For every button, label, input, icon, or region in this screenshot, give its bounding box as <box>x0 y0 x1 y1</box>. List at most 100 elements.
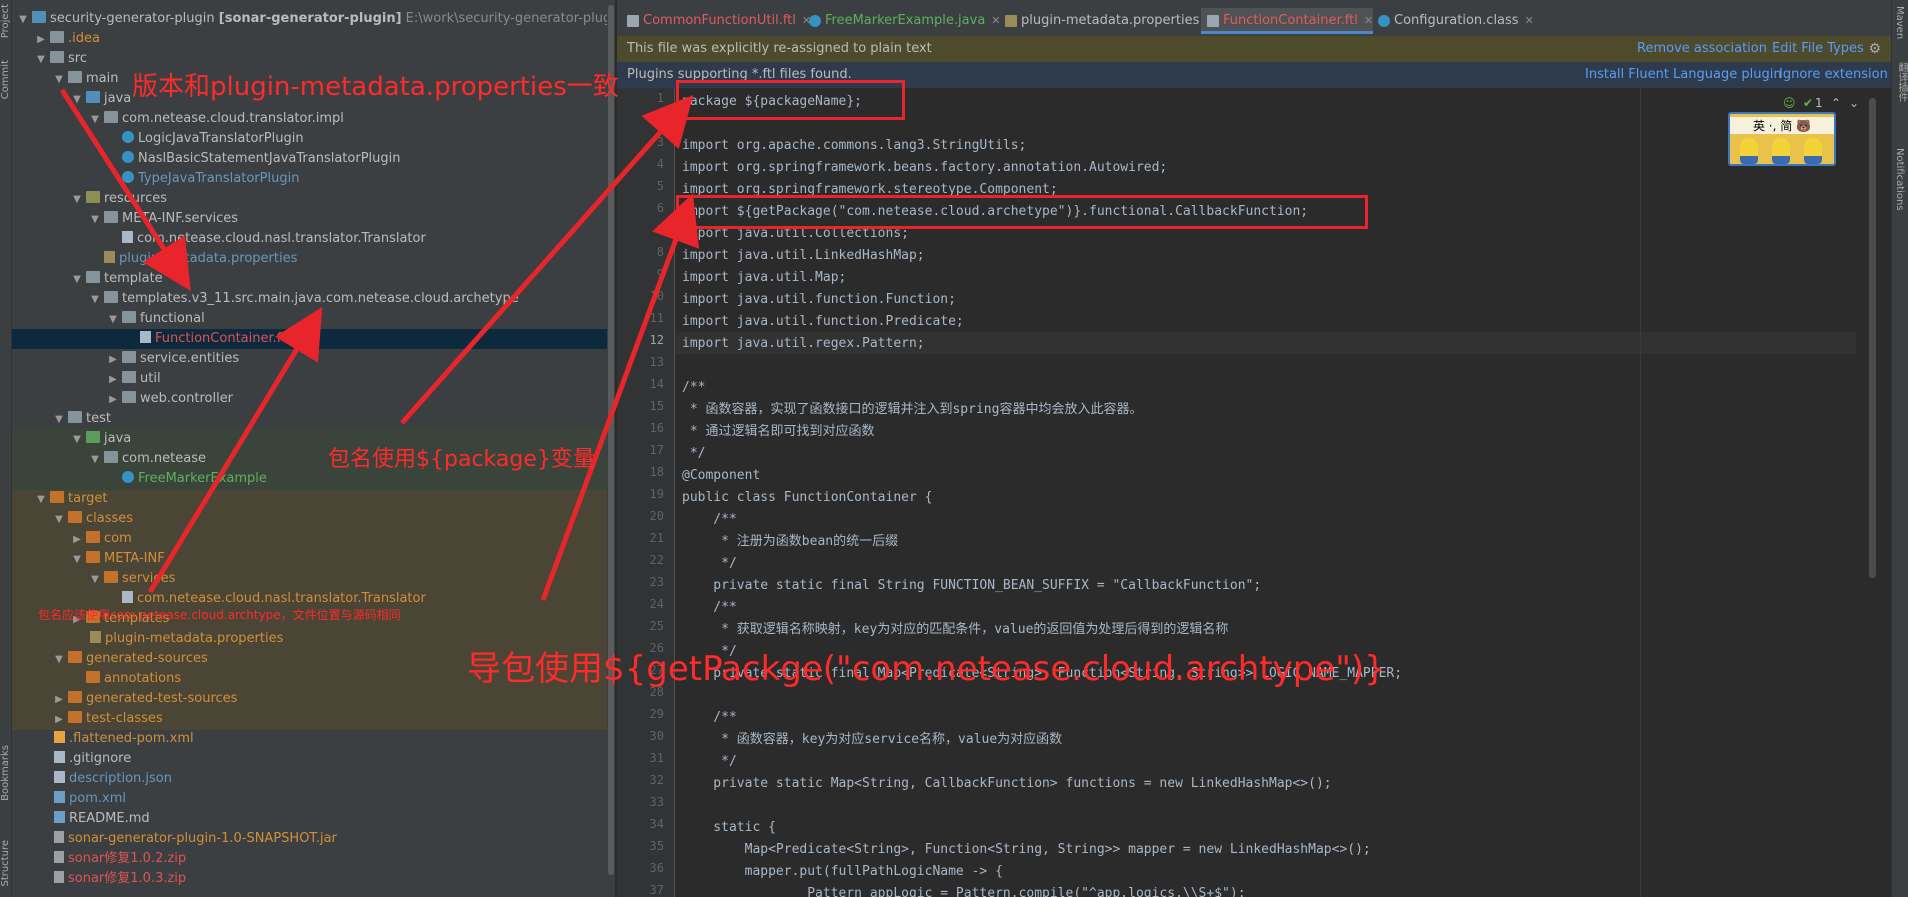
chevron-down-icon[interactable]: ▼ <box>88 290 102 310</box>
edit-file-types-link[interactable]: Edit File Types <box>1772 36 1864 62</box>
line-number[interactable]: 10 <box>624 289 664 303</box>
chevron-down-icon[interactable]: ▼ <box>70 90 84 110</box>
code-line[interactable]: * 注册为函数bean的统一后缀 <box>682 531 898 553</box>
chevron-down-icon[interactable]: ▼ <box>70 270 84 290</box>
tab-function-container[interactable]: FunctionContainer.ftl ✕ <box>1201 8 1374 34</box>
tab-common-function-util[interactable]: CommonFunctionUtil.ftl ✕ <box>621 8 811 34</box>
line-number[interactable]: 2 <box>624 113 664 127</box>
line-number[interactable]: 16 <box>624 421 664 435</box>
line-number[interactable]: 21 <box>624 531 664 545</box>
translate-tool-tab[interactable]: 翻译插件 <box>1894 62 1908 102</box>
code-line[interactable]: /** <box>682 597 737 619</box>
chevron-down-icon[interactable]: ▼ <box>52 410 66 430</box>
tree-row-target[interactable]: ▼ target <box>12 489 615 509</box>
code-line[interactable]: * 函数容器，key为对应service名称，value为对应函数 <box>682 729 1062 751</box>
line-number[interactable]: 6 <box>624 201 664 215</box>
install-plugin-link[interactable]: Install Fluent Language plugin <box>1585 62 1782 88</box>
tree-row-jar[interactable]: sonar-generator-plugin-1.0-SNAPSHOT.jar <box>12 829 615 849</box>
chevron-down-icon[interactable]: ▼ <box>88 210 102 230</box>
tree-row-services[interactable]: ▼ services <box>12 569 615 589</box>
structure-tool-tab[interactable]: Structure <box>0 840 12 887</box>
tree-row-service-entities[interactable]: ▶ service.entities <box>12 349 615 369</box>
tab-configuration-class[interactable]: Configuration.class ✕ <box>1372 8 1534 34</box>
line-number[interactable]: 12 <box>624 333 664 347</box>
code-line[interactable]: public class FunctionContainer { <box>682 487 932 509</box>
close-icon[interactable]: ✕ <box>1525 14 1534 27</box>
tree-row-resources[interactable]: ▼ resources <box>12 189 615 209</box>
code-line[interactable]: @Component <box>682 465 760 487</box>
line-number[interactable]: 24 <box>624 597 664 611</box>
tree-row-class1[interactable]: LogicJavaTranslatorPlugin <box>12 129 615 149</box>
line-number[interactable]: 30 <box>624 729 664 743</box>
line-number[interactable]: 36 <box>624 861 664 875</box>
editor-scrollbar[interactable] <box>1867 88 1877 897</box>
chevron-down-icon[interactable]: ▼ <box>88 570 102 590</box>
chevron-down-icon[interactable]: ▼ <box>106 310 120 330</box>
line-number[interactable]: 32 <box>624 773 664 787</box>
line-number[interactable]: 9 <box>624 267 664 281</box>
code-line[interactable]: /** <box>682 377 705 399</box>
tab-freemarker-example[interactable]: FreeMarkerExample.java ✕ <box>803 8 1001 34</box>
line-number[interactable]: 23 <box>624 575 664 589</box>
project-tool-tab[interactable]: Project <box>0 4 12 38</box>
line-number[interactable]: 14 <box>624 377 664 391</box>
tree-row-test-classes[interactable]: ▶ test-classes <box>12 709 615 729</box>
chevron-down-icon[interactable]: ▼ <box>34 490 48 510</box>
chevron-right-icon[interactable]: ▶ <box>52 690 66 710</box>
remove-association-link[interactable]: Remove association <box>1637 36 1767 62</box>
smile-icon[interactable]: ☺ <box>1783 96 1796 110</box>
line-number[interactable]: 25 <box>624 619 664 633</box>
tree-row-meta-inf[interactable]: ▼ META-INF <box>12 549 615 569</box>
project-scrollbar[interactable] <box>607 0 615 897</box>
code-line[interactable]: import java.util.function.Predicate; <box>682 311 964 333</box>
code-line[interactable]: private static final String FUNCTION_BEA… <box>682 575 1261 597</box>
line-number[interactable]: 4 <box>624 157 664 171</box>
chevron-down-icon[interactable]: ⌄ <box>1849 96 1859 110</box>
code-line[interactable]: /** <box>682 509 737 531</box>
line-number[interactable]: 31 <box>624 751 664 765</box>
tree-row-template[interactable]: ▼ template <box>12 269 615 289</box>
line-number-gutter[interactable]: 1 2 3 4 5 6 7 8 9 10 11 12 13 14 15 16 17 18 19 20 21 22 23 24 2… <box>617 88 675 897</box>
code-line[interactable]: */ <box>682 751 737 773</box>
chevron-right-icon[interactable]: ▶ <box>106 370 120 390</box>
code-line[interactable]: import java.util.function.Function; <box>682 289 956 311</box>
commit-tool-tab[interactable]: Commit <box>0 60 12 99</box>
code-line[interactable]: */ <box>682 443 706 465</box>
line-number[interactable]: 13 <box>624 355 664 369</box>
tree-row-zip2[interactable]: sonar修复1.0.3.zip <box>12 869 615 889</box>
code-line[interactable]: * 函数容器，实现了函数接口的逻辑并注入到spring容器中均会放入此容器。 <box>682 399 1143 421</box>
gear-icon[interactable]: ⚙ <box>1868 36 1881 62</box>
tree-row-readme[interactable]: README.md <box>12 809 615 829</box>
chevron-down-icon[interactable]: ▼ <box>52 510 66 530</box>
tree-row-templates-package[interactable]: ▼ templates.v3_11.src.main.java.com.netea… <box>12 289 615 309</box>
tree-row-classes[interactable]: ▼ classes <box>12 509 615 529</box>
chevron-down-icon[interactable]: ▼ <box>34 50 48 70</box>
line-number[interactable]: 15 <box>624 399 664 413</box>
code-line[interactable]: */ <box>682 553 737 575</box>
line-number[interactable]: 35 <box>624 839 664 853</box>
tree-row-plugin-props[interactable]: plugin-metadata.properties <box>12 249 615 269</box>
chevron-right-icon[interactable]: ▶ <box>106 350 120 370</box>
code-line[interactable]: Map<Predicate<String>, Function<String, … <box>682 839 1371 861</box>
tree-row-com[interactable]: ▶ com <box>12 529 615 549</box>
line-number[interactable]: 11 <box>624 311 664 325</box>
line-number[interactable]: 7 <box>624 223 664 237</box>
line-number[interactable]: 22 <box>624 553 664 567</box>
chevron-right-icon[interactable]: ▶ <box>52 710 66 730</box>
ime-status-widget[interactable]: 英 ·, 简 🐻 <box>1728 112 1836 166</box>
tree-row-functional[interactable]: ▼ functional <box>12 309 615 329</box>
tree-row-util[interactable]: ▶ util <box>12 369 615 389</box>
line-number[interactable]: 19 <box>624 487 664 501</box>
chevron-down-icon[interactable]: ▼ <box>70 430 84 450</box>
line-number[interactable]: 18 <box>624 465 664 479</box>
notifications-tool-tab[interactable]: Notifications <box>1894 148 1905 211</box>
tab-plugin-metadata[interactable]: plugin-metadata.properties✕ <box>999 8 1215 34</box>
maven-tool-tab[interactable]: Maven <box>1894 6 1905 39</box>
code-line[interactable]: import java.util.regex.Pattern; <box>682 333 925 355</box>
tree-row-class3[interactable]: TypeJavaTranslatorPlugin <box>12 169 615 189</box>
tree-row-impl-package[interactable]: ▼ com.netease.cloud.translator.impl <box>12 109 615 129</box>
tree-row-meta-inf-services[interactable]: ▼ META-INF.services <box>12 209 615 229</box>
code-line[interactable]: import java.util.LinkedHashMap; <box>682 245 925 267</box>
line-number[interactable]: 3 <box>624 135 664 149</box>
chevron-down-icon[interactable]: ▼ <box>70 550 84 570</box>
